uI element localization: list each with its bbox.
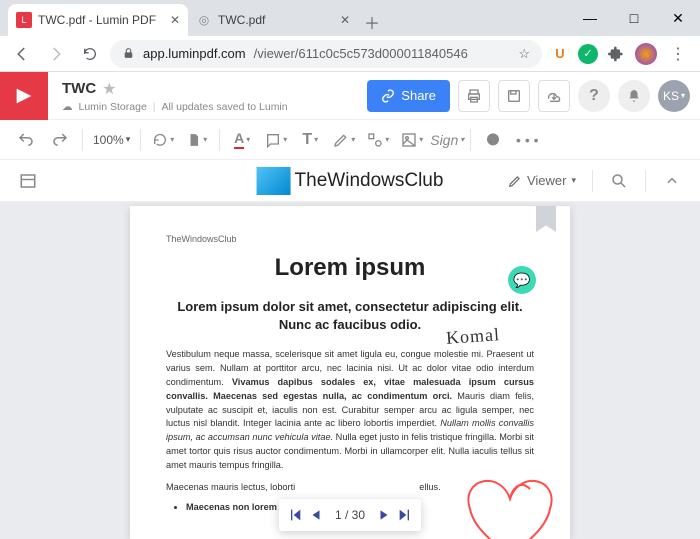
comment-button[interactable]	[477, 124, 509, 156]
more-tools-button[interactable]: • • •	[511, 124, 543, 156]
extension-green[interactable]: ✓	[578, 44, 598, 64]
next-page-button[interactable]	[377, 508, 391, 522]
prev-page-button[interactable]	[309, 508, 323, 522]
redo-button[interactable]	[44, 124, 76, 156]
handwriting-annotation[interactable]: Komal	[445, 324, 500, 349]
save-status: All updates saved to Lumin	[162, 101, 288, 113]
help-button[interactable]: ?	[578, 80, 610, 112]
comment-bubble-icon[interactable]: 💬	[508, 266, 536, 294]
lock-icon	[122, 47, 135, 60]
storage-label: Lumin Storage	[79, 101, 147, 113]
tab-title: TWC.pdf	[218, 13, 265, 27]
page-header-text: TheWindowsClub	[166, 234, 534, 244]
image-button[interactable]: ▾	[396, 124, 428, 156]
link-icon	[381, 89, 395, 103]
storage-icon: ☁	[62, 101, 73, 113]
window-controls: — □ ✕	[568, 0, 700, 36]
user-avatar[interactable]: KS▾	[658, 80, 690, 112]
save-button[interactable]	[498, 80, 530, 112]
zoom-dropdown[interactable]: 100% ▾	[89, 124, 134, 156]
tab-favicon: L	[16, 12, 32, 28]
document-info: TWC ★ ☁ Lumin Storage | All updates save…	[48, 79, 288, 113]
tab-close-icon[interactable]: ✕	[340, 13, 350, 27]
shapes-button[interactable]: ▾	[362, 124, 394, 156]
maximize-button[interactable]: □	[612, 0, 656, 36]
app-header: TWC ★ ☁ Lumin Storage | All updates save…	[0, 72, 700, 120]
extensions-icon[interactable]	[604, 42, 628, 66]
signature-button[interactable]: Sign▾	[430, 124, 464, 156]
brand-text: TheWindowsClub	[295, 170, 444, 192]
address-bar: app.luminpdf.com/viewer/611c0c5c573d0000…	[0, 36, 700, 72]
last-page-button[interactable]	[397, 507, 413, 523]
chrome-menu-icon[interactable]: ⋮	[664, 40, 692, 68]
lumin-logo[interactable]	[0, 72, 48, 120]
rotate-button[interactable]: ▾	[147, 124, 179, 156]
search-button[interactable]	[603, 165, 635, 197]
extension-u[interactable]: U	[548, 42, 572, 66]
browser-tab-inactive[interactable]: ◎ TWC.pdf ✕	[188, 4, 358, 36]
reload-button[interactable]	[76, 40, 104, 68]
document-page: TheWindowsClub Lorem ipsum 💬 Lorem ipsum…	[130, 206, 570, 539]
document-viewer[interactable]: TheWindowsClub Lorem ipsum 💬 Lorem ipsum…	[0, 202, 700, 539]
browser-titlebar: L TWC.pdf - Lumin PDF ✕ ◎ TWC.pdf ✕ ＋ — …	[0, 0, 700, 36]
new-tab-button[interactable]: ＋	[358, 8, 386, 36]
bookmark-star-icon[interactable]: ☆	[518, 46, 530, 62]
close-window-button[interactable]: ✕	[656, 0, 700, 36]
url-bar[interactable]: app.luminpdf.com/viewer/611c0c5c573d0000…	[110, 40, 542, 68]
download-button[interactable]	[538, 80, 570, 112]
notifications-button[interactable]	[618, 80, 650, 112]
tab-close-icon[interactable]: ✕	[170, 13, 180, 27]
tab-favicon: ◎	[196, 12, 212, 28]
url-host: app.luminpdf.com	[143, 46, 246, 61]
brand: TheWindowsClub	[257, 167, 444, 195]
browser-tab-active[interactable]: L TWC.pdf - Lumin PDF ✕	[8, 4, 188, 36]
doc-title: TWC	[62, 80, 96, 97]
brand-logo-icon	[257, 167, 291, 195]
viewer-mode-dropdown[interactable]: Viewer ▾	[502, 173, 582, 188]
text-tool-button[interactable]: T▾	[294, 124, 326, 156]
text-color-button[interactable]: A▾	[226, 124, 258, 156]
draw-button[interactable]: ▾	[328, 124, 360, 156]
page-indicator[interactable]: 1 / 30	[329, 508, 371, 522]
minimize-button[interactable]: —	[568, 0, 612, 36]
profile-avatar[interactable]	[634, 42, 658, 66]
tab-title: TWC.pdf - Lumin PDF	[38, 13, 156, 27]
undo-button[interactable]	[10, 124, 42, 156]
page-tools-button[interactable]: ▾	[181, 124, 213, 156]
heart-scribble-annotation[interactable]	[450, 449, 590, 539]
url-path: /viewer/611c0c5c573d000011840546	[254, 46, 468, 61]
bookmark-icon[interactable]	[536, 206, 556, 232]
forward-button[interactable]	[42, 40, 70, 68]
panel-toggle-button[interactable]	[12, 165, 44, 197]
editor-toolbar: 100% ▾ ▾ ▾ A▾ ▾ T▾ ▾ ▾ ▾ Sign▾ • • •	[0, 120, 700, 160]
share-button[interactable]: Share	[367, 80, 450, 112]
collapse-button[interactable]	[656, 165, 688, 197]
star-icon[interactable]: ★	[102, 79, 116, 99]
first-page-button[interactable]	[287, 507, 303, 523]
print-button[interactable]	[458, 80, 490, 112]
sub-toolbar: TheWindowsClub Viewer ▾	[0, 160, 700, 202]
page-h1: Lorem ipsum	[166, 254, 534, 282]
page-navigator: 1 / 30	[279, 499, 421, 531]
highlight-button[interactable]: ▾	[260, 124, 292, 156]
back-button[interactable]	[8, 40, 36, 68]
